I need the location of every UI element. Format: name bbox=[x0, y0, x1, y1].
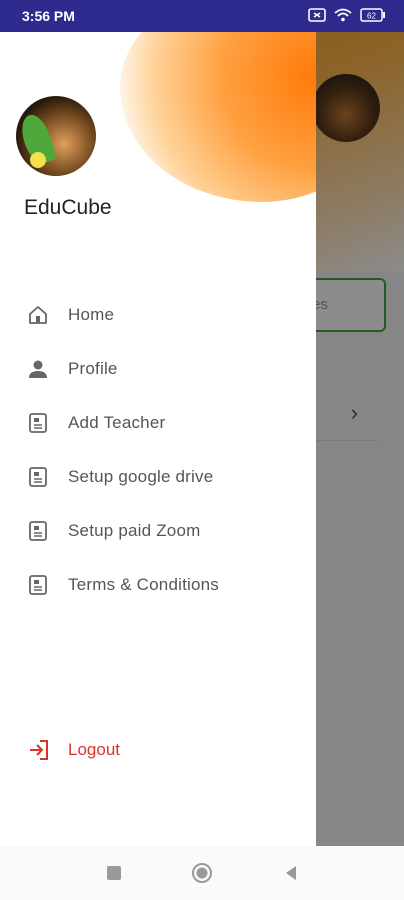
document-icon bbox=[26, 519, 50, 543]
battery-level: 62 bbox=[367, 12, 376, 21]
status-bar: 3:56 PM 62 bbox=[0, 0, 404, 32]
menu-item-label: Home bbox=[68, 305, 115, 324]
triangle-back-icon bbox=[286, 866, 296, 880]
screen-record-icon bbox=[308, 8, 326, 22]
circle-icon bbox=[192, 863, 212, 883]
battery-icon: 62 bbox=[360, 8, 385, 22]
menu-item-label: Profile bbox=[68, 359, 118, 378]
recents-button[interactable] bbox=[103, 862, 125, 884]
app-name: EduCube bbox=[24, 196, 112, 219]
menu-item-terms-conditions[interactable]: Terms & Conditions bbox=[0, 558, 316, 612]
logout-label: Logout bbox=[68, 740, 120, 759]
menu-item-add-teacher[interactable]: Add Teacher bbox=[0, 396, 316, 450]
menu-item-label: Setup paid Zoom bbox=[68, 521, 201, 540]
menu-item-setup-paid-zoom[interactable]: Setup paid Zoom bbox=[0, 504, 316, 558]
square-icon bbox=[107, 866, 121, 880]
avatar bbox=[16, 96, 96, 176]
logout-button[interactable]: Logout bbox=[0, 724, 316, 776]
menu-item-home[interactable]: Home bbox=[0, 288, 316, 342]
menu-item-profile[interactable]: Profile bbox=[0, 342, 316, 396]
navigation-drawer: EduCube Home Profile Add Teacher Setup g… bbox=[0, 32, 316, 846]
status-icons: 62 bbox=[308, 8, 386, 22]
menu-item-label: Add Teacher bbox=[68, 413, 166, 432]
menu-item-label: Setup google drive bbox=[68, 467, 214, 486]
header-decoration bbox=[120, 32, 316, 202]
drawer-menu: Home Profile Add Teacher Setup google dr… bbox=[0, 288, 316, 612]
document-icon bbox=[26, 573, 50, 597]
wifi-icon bbox=[334, 8, 352, 22]
document-icon bbox=[26, 411, 50, 435]
menu-item-label: Terms & Conditions bbox=[68, 575, 219, 594]
system-nav-bar bbox=[0, 846, 404, 900]
home-icon bbox=[26, 303, 50, 327]
drawer-header: EduCube bbox=[0, 32, 316, 232]
status-time: 3:56 PM bbox=[22, 8, 75, 24]
document-icon bbox=[26, 465, 50, 489]
back-button[interactable] bbox=[280, 862, 302, 884]
person-icon bbox=[26, 357, 50, 381]
home-button[interactable] bbox=[191, 862, 213, 884]
avatar-flower bbox=[30, 152, 46, 168]
logout-icon bbox=[26, 737, 52, 763]
menu-item-setup-google-drive[interactable]: Setup google drive bbox=[0, 450, 316, 504]
